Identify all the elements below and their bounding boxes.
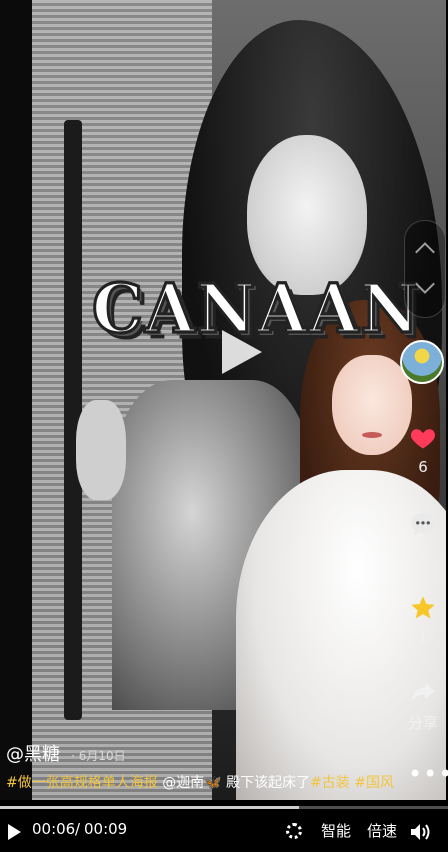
description-text: 殿下该起床了 (226, 775, 311, 791)
current-time: 00:06 (32, 820, 76, 838)
comment-icon (411, 512, 435, 536)
chevron-up-icon[interactable] (415, 242, 435, 262)
time-separator: / (75, 820, 81, 838)
video-info: @黑糖 · 6月10日 #做一张高规格单人海报 @迦南🦋 殿下该起床了#古装 #… (6, 740, 406, 792)
video-description: #做一张高规格单人海报 @迦南🦋 殿下该起床了#古装 #国风 (6, 772, 406, 792)
video-frame[interactable] (32, 0, 446, 800)
smart-button[interactable]: 智能 (321, 820, 351, 841)
favorite-count: 1 (418, 628, 428, 646)
like-count: 6 (418, 458, 428, 476)
like-button[interactable]: 6 (400, 424, 446, 476)
speed-button[interactable]: 倍速 (367, 820, 397, 841)
gear-icon[interactable] (286, 823, 302, 839)
heart-icon (411, 429, 435, 449)
total-time: 00:09 (84, 820, 128, 838)
video-nav-pill[interactable] (404, 220, 446, 318)
share-button[interactable]: 分享 (400, 678, 446, 733)
player-controls: 00:06 / 00:09 智能 倍速 (0, 812, 448, 852)
hand (76, 400, 126, 500)
hashtag-costume[interactable]: #古装 (310, 775, 350, 791)
hashtag-guofeng[interactable]: #国风 (354, 775, 394, 791)
progress-bar[interactable] (0, 806, 448, 809)
author-name[interactable]: @黑糖 (6, 744, 60, 765)
comment-count: 2 (418, 544, 428, 562)
play-icon[interactable] (8, 824, 21, 840)
post-date: · 6月10日 (71, 749, 126, 763)
share-icon (411, 682, 435, 702)
girl-lips (362, 432, 382, 438)
more-options-icon[interactable]: ••• (408, 760, 448, 788)
share-label: 分享 (407, 714, 438, 732)
hashtag-poster[interactable]: #做一张高规格单人海报 (6, 775, 158, 791)
progress-fill (0, 806, 299, 809)
chevron-down-icon[interactable] (415, 274, 435, 294)
mention-link[interactable]: @迦南🦋 (162, 775, 221, 791)
star-icon (411, 596, 435, 619)
volume-icon[interactable] (410, 823, 432, 841)
favorite-button[interactable]: 1 (400, 594, 446, 646)
comment-button[interactable]: 2 (400, 510, 446, 562)
author-avatar[interactable] (400, 340, 444, 384)
left-edge (0, 0, 32, 800)
play-overlay-icon[interactable] (222, 330, 262, 374)
